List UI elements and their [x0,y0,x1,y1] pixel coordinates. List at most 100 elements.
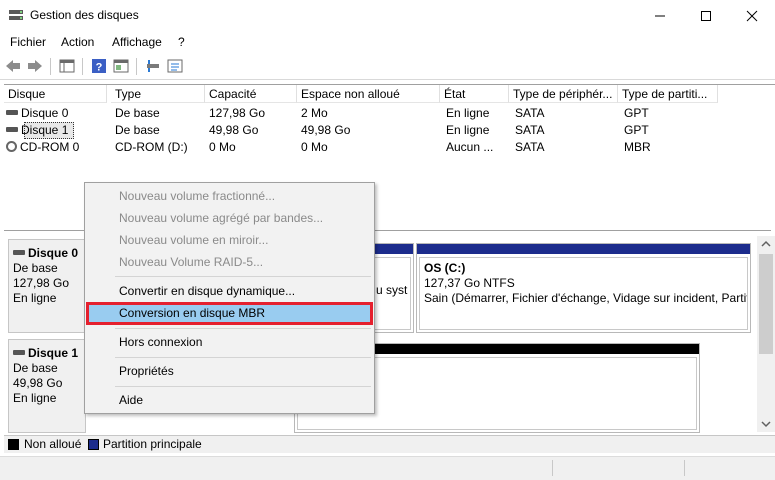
disk1-size: 49,98 Go [13,376,63,390]
column-header-disque[interactable]: Disque [4,85,107,103]
disk-icon [13,350,25,356]
status-bar [0,456,775,480]
state-cell: En ligne [446,123,490,137]
context-menu: Nouveau volume fractionné... Nouveau vol… [84,182,375,414]
menu-affichage[interactable]: Affichage [112,35,162,49]
column-header-espace-non-alloue[interactable]: Espace non alloué [297,85,440,103]
forward-icon [28,60,42,72]
column-header-etat[interactable]: État [440,85,509,103]
show-hide-tree-button[interactable] [58,58,76,74]
help-button[interactable]: ? [90,58,108,74]
cdrom-icon [6,141,17,153]
back-icon [6,60,20,72]
capacity-cell: 0 Mo [209,140,236,154]
disk-icon [6,127,18,133]
menu-help-item[interactable]: Aide [119,393,143,407]
unallocated-cell: 2 Mo [301,106,328,120]
disk0-name: Disque 0 [28,246,79,260]
disk0-label[interactable]: Disque 0 De base 127,98 Go En ligne [8,239,86,333]
forward-button[interactable] [26,58,44,74]
properties-button[interactable] [166,58,184,74]
toolbar-separator [136,58,137,75]
table-row[interactable]: CD-ROM 0 CD-ROM (D:) 0 Mo 0 Mo Aucun ...… [4,139,775,156]
disk1-name: Disque 1 [28,346,79,360]
column-header-capacite[interactable]: Capacité [205,85,297,103]
toolbar: ? [0,54,775,80]
menu-offline[interactable]: Hors connexion [119,335,202,349]
toolbar-separator [82,58,83,75]
list-view-icon [59,59,75,73]
disk0-type: De base [13,261,58,275]
unallocated-cell: 49,98 Go [301,123,351,137]
device-type-cell: SATA [515,140,545,154]
close-button[interactable] [729,0,775,32]
disk-icon [6,110,18,116]
maximize-button[interactable] [683,0,729,32]
scroll-up-icon[interactable] [757,236,775,252]
menu-new-spanned-volume[interactable]: Nouveau volume fractionné... [119,189,275,203]
scroll-down-icon[interactable] [757,416,775,432]
menu-properties[interactable]: Propriétés [119,364,174,378]
table-row[interactable]: Disque 1 De base 49,98 Go 49,98 Go En li… [4,122,775,139]
console-button[interactable] [112,58,130,74]
disk-name-cell: Disque 1 [6,122,68,139]
disk-management-app-icon [9,10,23,20]
partition-type-cell: GPT [624,123,649,137]
disk1-type: De base [13,361,58,375]
disk-name-cell: Disque 0 [6,105,68,122]
disk-icon [13,250,25,256]
menu-new-striped-volume[interactable]: Nouveau volume agrégé par bandes... [119,211,323,225]
disk1-label[interactable]: Disque 1 De base 49,98 Go En ligne [8,339,86,433]
disk0-state: En ligne [13,291,57,305]
column-header-type-peripherique[interactable]: Type de périphér... [509,85,618,103]
disk-name-cell: CD-ROM 0 [6,139,79,156]
menu-separator [115,357,371,358]
toolbar-separator [50,58,51,75]
menu-bar: Fichier Action Affichage ? [0,32,775,52]
status-separator [684,460,685,476]
legend-primary-label: Partition principale [103,437,202,451]
scrollbar-thumb[interactable] [759,254,773,354]
minimize-button[interactable] [637,0,683,32]
type-cell: De base [115,106,160,120]
menu-new-mirrored-volume[interactable]: Nouveau volume en miroir... [119,233,268,247]
menu-separator [115,386,371,387]
partition-body: OS (C:) 127,37 Go NTFS Sain (Démarrer, F… [419,257,748,330]
menu-action[interactable]: Action [61,35,94,49]
rescan-button[interactable] [144,58,162,74]
column-header-type-partition[interactable]: Type de partiti... [618,85,718,103]
column-header-type[interactable]: Type [111,85,205,103]
menu-convert-dynamic[interactable]: Convertir en disque dynamique... [119,284,295,298]
console-icon [113,59,129,73]
menu-convert-mbr[interactable]: Conversion en disque MBR [119,306,265,320]
partition-title: OS (C:) [424,261,466,275]
disk0-os-partition[interactable]: OS (C:) 127,37 Go NTFS Sain (Démarrer, F… [416,243,751,333]
partition-status-partial: u syst [376,283,408,297]
svg-text:?: ? [96,62,103,74]
menu-fichier[interactable]: Fichier [10,35,46,49]
rescan-icon [147,60,159,72]
partition-bar [417,244,750,254]
disk1-state: En ligne [13,391,57,405]
device-type-cell: SATA [515,106,545,120]
help-icon: ? [92,59,106,74]
menu-help[interactable]: ? [178,35,185,49]
legend-primary-swatch [88,439,99,450]
maximize-icon [701,11,711,21]
menu-new-raid5-volume[interactable]: Nouveau Volume RAID-5... [119,255,263,269]
capacity-cell: 127,98 Go [209,106,266,120]
type-cell: De base [115,123,160,137]
vertical-scrollbar[interactable] [757,236,775,432]
legend-unallocated-swatch [8,439,19,450]
state-cell: Aucun ... [446,140,494,154]
table-row[interactable]: Disque 0 De base 127,98 Go 2 Mo En ligne… [4,105,775,122]
legend-unallocated-label: Non alloué [24,437,82,451]
capacity-cell: 49,98 Go [209,123,259,137]
back-button[interactable] [4,58,22,74]
disk0-size: 127,98 Go [13,276,70,290]
close-icon [746,10,758,22]
legend-bar: Non alloué Partition principale [4,435,775,453]
type-cell: CD-ROM (D:) [115,140,188,154]
menu-separator [115,328,371,329]
menu-separator [115,276,371,277]
